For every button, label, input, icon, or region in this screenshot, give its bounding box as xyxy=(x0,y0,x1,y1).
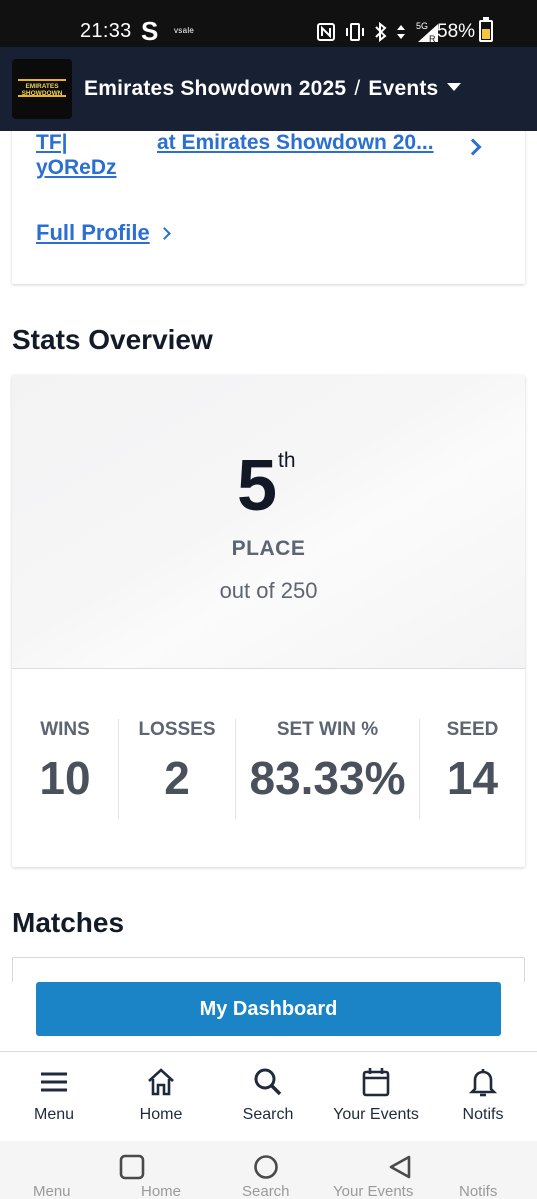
svg-text:5G: 5G xyxy=(416,21,428,31)
stat-value: 83.33% xyxy=(249,752,406,804)
chevron-down-icon xyxy=(447,83,462,92)
nav-label: Notifs xyxy=(462,1106,504,1123)
stat-wins: WINS 10 xyxy=(12,719,118,819)
vsale-icon: vsale xyxy=(174,26,195,35)
chevron-right-icon xyxy=(157,227,171,240)
data-arrows-icon xyxy=(397,25,405,39)
stat-label: WINS xyxy=(40,719,90,740)
full-profile-link[interactable]: Full Profile xyxy=(36,220,171,246)
section-name: Events xyxy=(368,77,439,100)
event-title-dropdown[interactable]: Emirates Showdown 2025 / Events xyxy=(84,77,462,101)
title-separator: / xyxy=(354,77,361,100)
event-logo[interactable]: EMIRATES SHOWDOWN xyxy=(12,59,72,119)
my-dashboard-button[interactable]: My Dashboard xyxy=(36,982,501,1036)
status-time: 21:33 xyxy=(80,20,132,42)
calendar-icon xyxy=(362,1068,390,1097)
stat-set-win-percent: SET WIN % 83.33% xyxy=(236,719,419,819)
stat-value: 14 xyxy=(446,752,499,804)
stat-label: SEED xyxy=(446,719,499,740)
bottom-nav: Menu Home Search Your Events Notifs xyxy=(0,1051,537,1141)
event-link[interactable]: at Emirates Showdown 20... xyxy=(157,131,434,155)
ghost-label: Your Events xyxy=(333,1183,414,1199)
stat-seed: SEED 14 xyxy=(420,719,525,819)
nav-item-search[interactable]: Search xyxy=(213,1066,323,1136)
placement-label: PLACE xyxy=(231,537,306,560)
home-circle-icon[interactable] xyxy=(253,1154,279,1180)
stat-label: LOSSES xyxy=(138,719,216,740)
placement-panel: 5 th PLACE out of 250 xyxy=(12,375,525,669)
nfc-icon xyxy=(317,23,335,41)
placement-number: 5 xyxy=(237,446,278,526)
stats-overview-title: Stats Overview xyxy=(12,324,213,355)
ghost-label: Home xyxy=(141,1183,182,1199)
ghost-label: Search xyxy=(242,1183,290,1199)
nav-label: Menu xyxy=(33,1106,75,1123)
placement-out-of: out of 250 xyxy=(219,578,318,603)
status-bar: 21:33 S vsale 5G R 58% xyxy=(0,0,537,47)
player-profile-card: TF| yOReDz at Emirates Showdown 20... Fu… xyxy=(12,131,525,284)
event-logo-text: EMIRATES SHOWDOWN xyxy=(21,83,63,97)
menu-icon xyxy=(41,1072,67,1092)
nav-item-your-events[interactable]: Your Events xyxy=(321,1066,431,1136)
recents-icon[interactable] xyxy=(119,1154,145,1180)
svg-text:R: R xyxy=(429,34,436,44)
back-icon[interactable] xyxy=(387,1154,413,1180)
battery-icon xyxy=(479,17,493,42)
vibrate-icon xyxy=(346,23,364,41)
nav-label: Search xyxy=(242,1106,294,1123)
stat-value: 10 xyxy=(39,752,91,804)
system-nav-bar: Menu Home Search Your Events Notifs xyxy=(0,1141,537,1199)
placement-suffix: th xyxy=(278,449,296,472)
ghost-label: Notifs xyxy=(459,1183,498,1199)
player-prefix-link[interactable]: TF| xyxy=(36,131,68,155)
home-icon xyxy=(148,1068,174,1096)
dashboard-strip: My Dashboard xyxy=(0,982,537,1051)
scroll-content[interactable]: TF| yOReDz at Emirates Showdown 20... Fu… xyxy=(0,131,537,982)
player-name-link[interactable]: yOReDz xyxy=(36,156,117,180)
search-icon xyxy=(254,1068,282,1096)
matches-card xyxy=(12,957,525,982)
status-icons: 5G R xyxy=(316,19,440,45)
chevron-right-icon[interactable] xyxy=(464,138,482,156)
full-profile-label: Full Profile xyxy=(36,220,150,245)
bluetooth-icon xyxy=(375,22,387,42)
ghost-label: Menu xyxy=(33,1183,71,1199)
nav-label: Home xyxy=(139,1106,183,1123)
nav-item-menu[interactable]: Menu xyxy=(0,1066,109,1136)
nav-label: Your Events xyxy=(333,1106,419,1123)
event-name: Emirates Showdown 2025 xyxy=(84,77,347,100)
nav-item-home[interactable]: Home xyxy=(106,1066,216,1136)
carrier-glyph: S xyxy=(141,16,159,46)
app-header: EMIRATES SHOWDOWN Emirates Showdown 2025… xyxy=(0,47,537,131)
stat-losses: LOSSES 2 xyxy=(119,719,235,819)
matches-title: Matches xyxy=(12,907,125,938)
battery-percent: 58% xyxy=(437,21,476,42)
stats-card: 5 th PLACE out of 250 WINS 10 LOSSES 2 S… xyxy=(12,375,525,867)
bell-icon xyxy=(468,1069,498,1097)
nav-item-notifs[interactable]: Notifs xyxy=(428,1066,537,1136)
stat-label: SET WIN % xyxy=(276,719,379,740)
stat-value: 2 xyxy=(164,752,190,804)
